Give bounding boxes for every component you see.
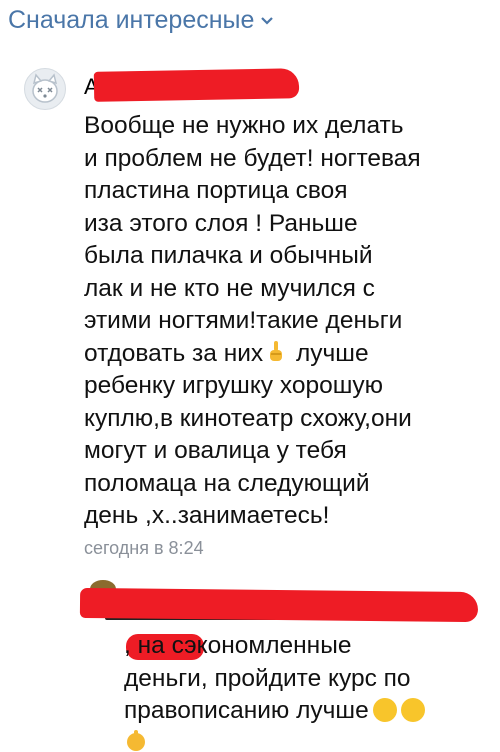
rofl-emoji-icon <box>400 698 425 722</box>
comment-timestamp[interactable]: сегодня в 8:24 <box>84 538 204 559</box>
middle-finger-emoji-icon <box>270 340 283 361</box>
rofl-emoji-icon <box>372 698 397 722</box>
sort-dropdown[interactable]: Сначала интересные <box>8 6 274 35</box>
redaction-mark <box>93 68 300 102</box>
hand-emoji-icon <box>127 730 145 751</box>
avatar[interactable] <box>24 68 66 110</box>
chevron-down-icon <box>261 16 274 25</box>
comment-text: Вообще не нужно их делать и проблем не б… <box>84 112 421 529</box>
redaction-mark <box>79 587 479 623</box>
sort-label: Сначала интересные <box>8 6 255 34</box>
comment-text: , на сэкономленные деньги, пройдите курс… <box>124 630 484 728</box>
deleted-user-dog-icon <box>32 73 58 103</box>
